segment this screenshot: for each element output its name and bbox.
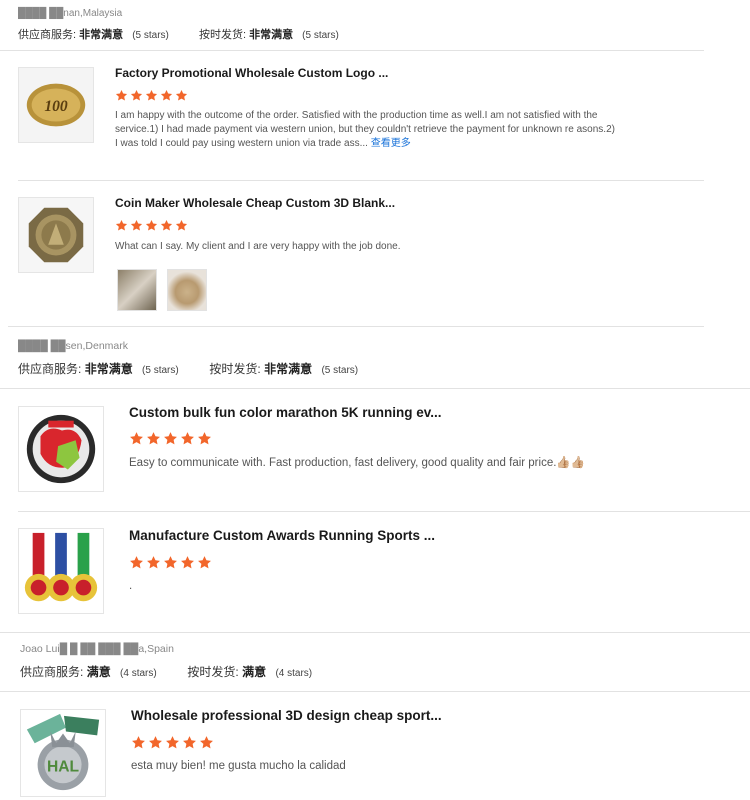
supplier-service-value: 满意 (86, 665, 111, 679)
review-text: I am happy with the outcome of the order… (115, 109, 615, 151)
star-icon (200, 736, 213, 749)
view-more-link[interactable]: 查看更多 (371, 138, 411, 149)
marathon-medal-icon[interactable] (18, 406, 104, 492)
svg-text:100: 100 (44, 98, 68, 115)
on-time-count: (4 stars) (275, 668, 313, 679)
rating-summary: 供应商服务: 非常满意 (5 stars) 按时发货: 非常满意 (5 star… (18, 26, 339, 42)
review-photo[interactable] (117, 269, 157, 311)
divider (0, 632, 750, 633)
star-icon (130, 219, 143, 231)
supplier-service-value: 非常满意 (79, 29, 124, 41)
star-icon (130, 89, 143, 101)
star-icon (130, 556, 143, 569)
svg-text:HAL: HAL (47, 759, 80, 776)
reviewer-name: ████ ██sen,Denmark (18, 340, 128, 352)
star-rating (131, 735, 214, 750)
supplier-service-count: (4 stars) (120, 668, 157, 679)
review-body: I am happy with the outcome of the order… (115, 110, 615, 149)
star-rating (115, 219, 188, 232)
on-time-label: 按时发货: (198, 29, 247, 41)
star-icon (160, 89, 173, 101)
star-icon (147, 556, 160, 569)
rating-summary: 供应商服务: 满意 (4 stars) 按时发货: 满意 (4 stars) (20, 663, 312, 680)
divider (0, 50, 704, 51)
star-icon (145, 89, 158, 101)
three-medals-icon[interactable] (18, 528, 104, 614)
star-icon (175, 89, 188, 101)
3d-sport-medal-icon[interactable]: HAL (20, 709, 106, 797)
divider (0, 388, 750, 389)
divider (18, 180, 704, 181)
review-text: . (129, 580, 133, 592)
star-icon (115, 89, 128, 101)
divider (18, 511, 750, 512)
supplier-service-label: 供应商服务: (18, 29, 77, 41)
review-text: Easy to communicate with. Fast productio… (129, 457, 586, 469)
on-time-value: 非常满意 (249, 29, 294, 41)
star-icon (130, 432, 143, 445)
divider (0, 691, 750, 692)
on-time-label: 按时发货: (187, 665, 239, 679)
review-text: What can I say. My client and I are very… (115, 241, 401, 252)
on-time-value: 满意 (242, 665, 267, 679)
reviewer-name: ████ ██nan,Malaysia (18, 8, 123, 19)
star-icon (181, 556, 194, 569)
star-icon (145, 219, 158, 231)
on-time-label: 按时发货: (209, 362, 261, 376)
review-text: esta muy bien! me gusta mucho la calidad (131, 760, 346, 772)
star-icon (198, 556, 211, 569)
on-time-count: (5 stars) (302, 30, 339, 41)
star-icon (160, 219, 173, 231)
supplier-service-label: 供应商服务: (20, 665, 84, 679)
rating-summary: 供应商服务: 非常满意 (5 stars) 按时发货: 非常满意 (5 star… (18, 360, 358, 377)
star-icon (183, 736, 196, 749)
supplier-service-count: (5 stars) (142, 365, 179, 376)
reviewer-name: Joao Lui█ █ ██ ███ ██a,Spain (20, 643, 174, 655)
product-title[interactable]: Manufacture Custom Awards Running Sports… (129, 528, 435, 543)
star-rating (115, 89, 188, 102)
product-title[interactable]: Wholesale professional 3D design cheap s… (131, 708, 442, 723)
star-icon (147, 432, 160, 445)
star-icon (115, 219, 128, 231)
star-icon (164, 556, 177, 569)
product-title[interactable]: Custom bulk fun color marathon 5K runnin… (129, 405, 442, 420)
star-icon (132, 736, 145, 749)
star-icon (166, 736, 179, 749)
bronze-octagon-coin-icon[interactable] (18, 197, 94, 273)
on-time-value: 非常满意 (264, 362, 313, 376)
supplier-service-count: (5 stars) (132, 30, 169, 41)
star-icon (164, 432, 177, 445)
star-rating (129, 555, 212, 570)
star-rating (129, 431, 212, 446)
supplier-service-value: 非常满意 (84, 362, 133, 376)
product-title[interactable]: Coin Maker Wholesale Cheap Custom 3D Bla… (115, 196, 395, 210)
on-time-count: (5 stars) (321, 365, 359, 376)
review-photo[interactable] (167, 269, 207, 311)
product-title[interactable]: Factory Promotional Wholesale Custom Log… (115, 66, 388, 80)
star-icon (181, 432, 194, 445)
divider (8, 326, 704, 327)
gold-coin-100-icon[interactable]: 100 (18, 67, 94, 143)
star-icon (198, 432, 211, 445)
supplier-service-label: 供应商服务: (18, 362, 82, 376)
star-icon (149, 736, 162, 749)
star-icon (175, 219, 188, 231)
